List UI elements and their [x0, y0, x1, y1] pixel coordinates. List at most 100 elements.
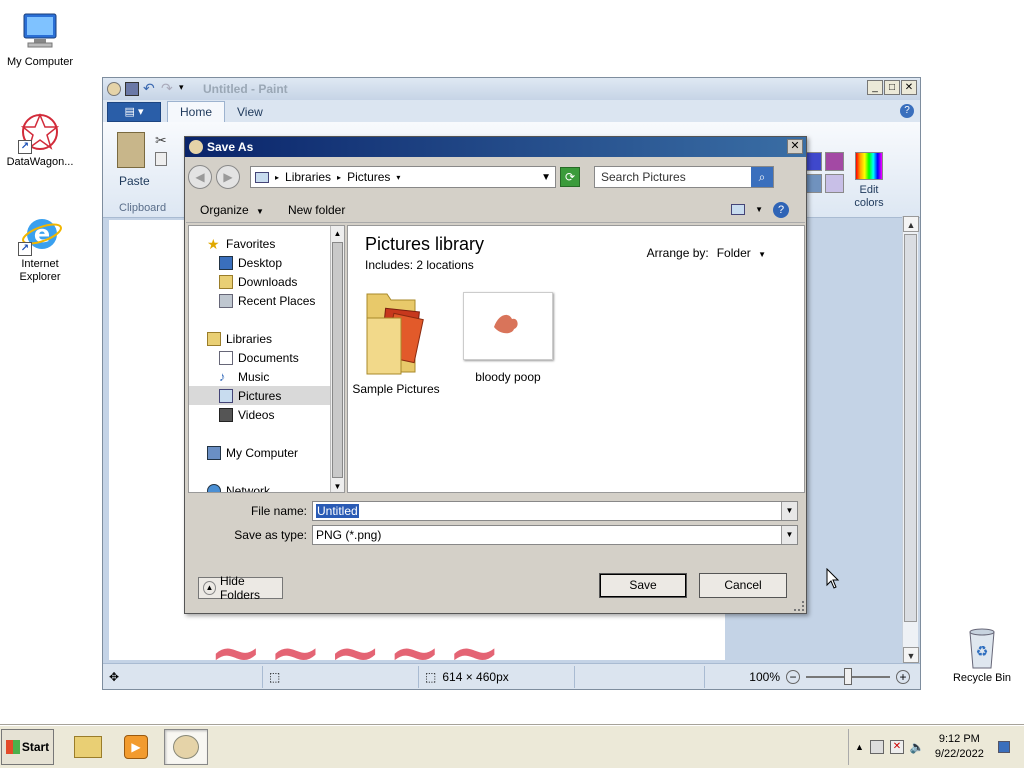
arrange-by: Arrange by: Folder ▼ — [647, 246, 766, 260]
desktop-icon-datawagon[interactable]: ↗ DataWagon... — [0, 110, 80, 169]
scroll-up-icon[interactable]: ▲ — [331, 226, 344, 241]
locations-link[interactable]: 2 locations — [416, 258, 473, 272]
canvas-drawing: ~~~~~ — [209, 615, 508, 660]
file-item-bloody-poop[interactable]: bloody poop — [458, 288, 558, 384]
nav-pictures[interactable]: Pictures — [189, 386, 344, 405]
dialog-titlebar: Save As — [185, 137, 806, 157]
refresh-button[interactable]: ⟳ — [560, 167, 580, 187]
address-bar[interactable]: ▸ Libraries ▸ Pictures ▾ ▼ — [250, 166, 556, 188]
scroll-down-icon[interactable]: ▼ — [331, 479, 344, 492]
breadcrumb-dropdown-icon[interactable]: ▾ — [396, 173, 400, 182]
nav-downloads[interactable]: Downloads — [189, 272, 344, 291]
taskbar-explorer[interactable] — [66, 729, 110, 765]
scroll-up-icon[interactable]: ▲ — [903, 216, 919, 232]
desktop-icon-recycle-bin[interactable]: ♻ Recycle Bin — [942, 626, 1022, 685]
scroll-thumb[interactable] — [332, 242, 343, 478]
save-icon[interactable] — [125, 82, 139, 96]
paste-label[interactable]: Paste — [119, 174, 150, 188]
desktop-icon-label: My Computer — [6, 56, 74, 68]
nav-favorites[interactable]: ★ Favorites — [189, 234, 344, 253]
file-name-input[interactable]: Untitled ▼ — [312, 501, 798, 521]
show-hidden-icons-icon[interactable]: ▲ — [855, 742, 864, 752]
image-dimensions: 614 × 460px — [442, 669, 509, 684]
organize-button[interactable]: Organize ▼ — [200, 203, 264, 217]
documents-icon — [219, 350, 233, 365]
copy-icon[interactable] — [155, 152, 167, 166]
change-view-icon[interactable] — [731, 204, 746, 215]
nav-music[interactable]: ♪ Music — [189, 367, 344, 386]
nav-recent-places[interactable]: Recent Places — [189, 291, 344, 310]
zoom-level: 100% — [749, 669, 780, 684]
dialog-title: Save As — [207, 140, 254, 154]
save-fields: File name: Untitled ▼ Save as type: PNG (… — [188, 499, 803, 547]
back-button[interactable]: ◀ — [188, 165, 212, 189]
zoom-out-button[interactable]: − — [786, 669, 800, 684]
dialog-close-button[interactable]: ✕ — [787, 139, 803, 154]
arrange-by-dropdown[interactable]: Folder ▼ — [717, 246, 766, 260]
undo-icon[interactable]: ↶ — [143, 81, 157, 96]
start-button[interactable]: Start — [1, 729, 54, 765]
help-icon[interactable]: ? — [773, 201, 789, 218]
breadcrumb-pictures[interactable]: Pictures — [347, 170, 390, 184]
forward-button[interactable]: ▶ — [216, 165, 240, 189]
network-status-icon[interactable]: ✕ — [889, 740, 904, 754]
paint-app-icon[interactable] — [107, 82, 121, 96]
nav-desktop[interactable]: Desktop — [189, 253, 344, 272]
nav-label: Music — [238, 369, 270, 384]
vertical-scrollbar[interactable]: ▲ ▼ — [902, 216, 919, 663]
show-desktop-button[interactable] — [997, 741, 1010, 753]
nav-label: Downloads — [238, 274, 298, 289]
file-name-dropdown-icon[interactable]: ▼ — [781, 502, 797, 520]
customize-qat-icon[interactable]: ▾ — [179, 82, 193, 96]
desktop-icon-internet-explorer[interactable]: e ↗ Internet Explorer — [0, 212, 80, 284]
new-folder-button[interactable]: New folder — [288, 203, 345, 217]
resize-grip[interactable] — [794, 601, 804, 611]
color-swatch[interactable] — [825, 174, 844, 193]
arrange-by-label: Arrange by: — [646, 246, 709, 260]
desktop-icon-my-computer[interactable]: My Computer — [0, 10, 80, 69]
scroll-down-icon[interactable]: ▼ — [903, 647, 919, 663]
taskbar-paint[interactable] — [164, 729, 208, 765]
redo-icon[interactable]: ↷ — [161, 81, 175, 96]
nav-network[interactable]: Network — [189, 481, 344, 492]
action-center-icon[interactable] — [869, 740, 884, 754]
scroll-thumb[interactable] — [904, 234, 917, 622]
zoom-in-button[interactable]: + — [896, 669, 910, 684]
file-item-sample-pictures[interactable]: Sample Pictures — [346, 288, 446, 396]
search-input[interactable]: Search Pictures ⌕ — [594, 166, 774, 188]
color-swatch[interactable] — [825, 152, 844, 171]
clock[interactable]: 9:12 PM 9/22/2022 — [935, 732, 984, 762]
nav-documents[interactable]: Documents — [189, 348, 344, 367]
search-icon[interactable]: ⌕ — [751, 167, 773, 187]
nav-libraries[interactable]: Libraries — [189, 329, 344, 348]
zoom-slider[interactable] — [806, 667, 890, 685]
nav-my-computer[interactable]: My Computer — [189, 443, 344, 462]
nav-videos[interactable]: Videos — [189, 405, 344, 424]
cut-icon[interactable]: ✂ — [155, 132, 167, 149]
save-type-select[interactable]: PNG (*.png) ▼ — [312, 525, 798, 545]
paint-menu-button[interactable]: ▤ ▾ — [107, 102, 161, 122]
hide-folders-button[interactable]: ▲ Hide Folders — [198, 574, 283, 602]
breadcrumb-libraries[interactable]: Libraries — [285, 170, 331, 184]
cancel-button[interactable]: Cancel — [699, 573, 787, 598]
tab-home[interactable]: Home — [167, 101, 226, 122]
tab-view[interactable]: View — [225, 102, 275, 122]
view-options-dropdown-icon[interactable]: ▼ — [755, 205, 763, 214]
minimize-button[interactable]: _ — [867, 80, 883, 95]
zoom-slider-knob[interactable] — [844, 667, 852, 685]
save-type-dropdown-icon[interactable]: ▼ — [781, 526, 797, 544]
help-icon[interactable]: ? — [900, 104, 914, 118]
taskbar-media-player[interactable]: ▶ — [114, 729, 158, 765]
nav-scrollbar[interactable]: ▲ ▼ — [330, 226, 344, 492]
save-button[interactable]: Save — [599, 573, 687, 598]
start-label: Start — [21, 740, 50, 754]
close-button[interactable]: ✕ — [901, 80, 917, 95]
maximize-button[interactable]: □ — [884, 80, 900, 95]
paste-icon[interactable] — [117, 132, 145, 168]
address-dropdown-icon[interactable]: ▼ — [541, 172, 551, 183]
nav-label: Favorites — [226, 236, 276, 251]
volume-icon[interactable]: 🔈 — [910, 740, 925, 754]
window-controls: _ □ ✕ — [867, 80, 917, 95]
edit-colors-button[interactable]: Edit colors — [849, 152, 889, 210]
save-type-row: Save as type: PNG (*.png) ▼ — [188, 523, 803, 547]
